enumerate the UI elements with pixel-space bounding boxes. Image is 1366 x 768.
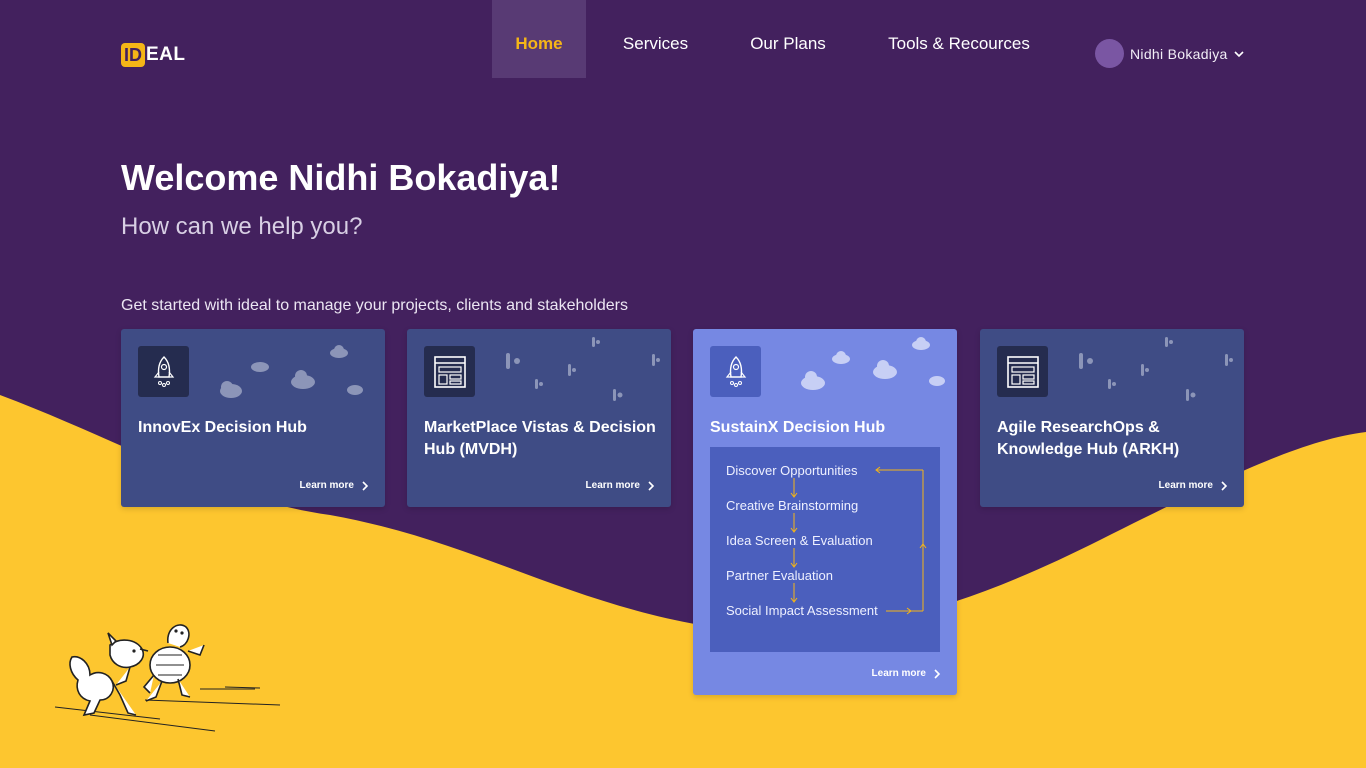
process-flow: Discover Opportunities Creative Brainsto… (710, 447, 940, 652)
main-nav: Home Services Our Plans Tools & Recource… (492, 0, 1067, 78)
card-innovex[interactable]: InnovEx Decision Hub Learn more (121, 329, 385, 507)
flow-step: Creative Brainstorming (726, 498, 859, 513)
card-sustainx[interactable]: SustainX Decision Hub Discover Opportuni… (693, 329, 957, 695)
nav-home[interactable]: Home (492, 0, 586, 78)
chevron-right-icon (362, 480, 369, 491)
card-marketplace[interactable]: MarketPlace Vistas & Decision Hub (MVDH)… (407, 329, 671, 507)
learn-more-link[interactable]: Learn more (1159, 480, 1228, 491)
chevron-right-icon (934, 668, 941, 679)
flow-step: Idea Screen & Evaluation (726, 533, 873, 548)
nav-tools-resources[interactable]: Tools & Recources (851, 0, 1067, 78)
flow-step: Partner Evaluation (726, 568, 833, 583)
rocket-icon-box (138, 346, 189, 397)
running-mascots-illustration (54, 624, 281, 732)
learn-more-label: Learn more (871, 668, 926, 679)
logo-text: EAL (146, 44, 186, 65)
page-title: Welcome Nidhi Bokadiya! (121, 157, 561, 198)
chevron-right-icon (648, 480, 655, 491)
flow-step: Discover Opportunities (726, 463, 858, 478)
logo-highlight: ID (121, 43, 145, 67)
user-name: Nidhi Bokadiya (1130, 45, 1228, 62)
avatar[interactable] (1095, 39, 1124, 68)
card-title: Agile ResearchOps & Knowledge Hub (ARKH) (997, 419, 1180, 458)
layout-icon-box (997, 346, 1048, 397)
learn-more-link[interactable]: Learn more (586, 480, 655, 491)
logo[interactable]: ID EAL (121, 43, 186, 67)
rocket-icon-box (710, 346, 761, 397)
learn-more-link[interactable]: Learn more (872, 668, 941, 679)
learn-more-label: Learn more (1158, 480, 1213, 491)
layout-icon-box (424, 346, 475, 397)
layout-icon (1006, 355, 1039, 388)
nav-services[interactable]: Services (586, 0, 725, 78)
page-subtitle: How can we help you? (121, 213, 363, 240)
flow-step: Social Impact Assessment (726, 603, 878, 618)
user-menu[interactable]: Nidhi Bokadiya (1095, 39, 1245, 68)
card-arkh[interactable]: Agile ResearchOps & Knowledge Hub (ARKH)… (980, 329, 1244, 507)
learn-more-label: Learn more (585, 480, 640, 491)
intro-text: Get started with ideal to manage your pr… (121, 297, 628, 314)
chevron-down-icon[interactable] (1233, 48, 1245, 60)
layout-icon (433, 355, 466, 388)
nav-our-plans[interactable]: Our Plans (725, 0, 851, 78)
chevron-right-icon (1221, 480, 1228, 491)
rocket-icon (725, 355, 746, 387)
learn-more-link[interactable]: Learn more (300, 480, 369, 491)
learn-more-label: Learn more (299, 480, 354, 491)
card-title: InnovEx Decision Hub (138, 419, 307, 436)
card-title: SustainX Decision Hub (710, 419, 886, 436)
rocket-icon (153, 355, 174, 387)
card-title: MarketPlace Vistas & Decision Hub (MVDH) (424, 419, 656, 458)
